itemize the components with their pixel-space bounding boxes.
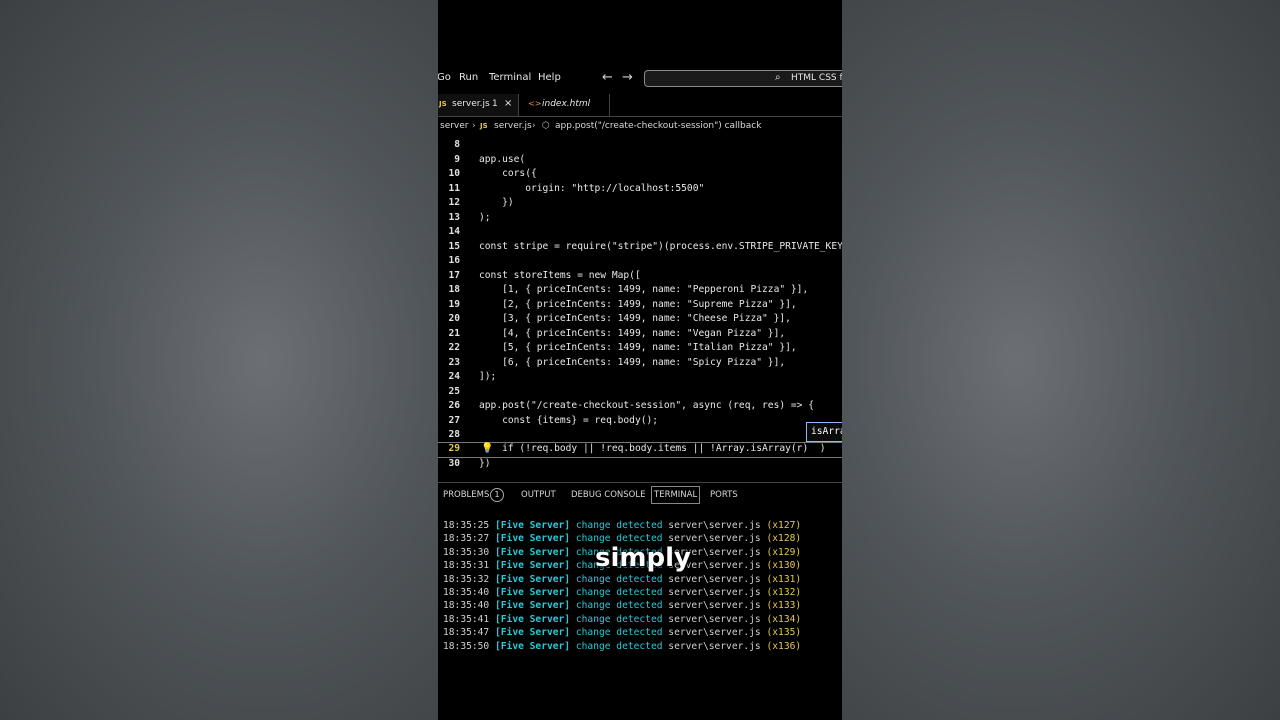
code-line: 28	[448, 429, 460, 440]
problem-count-badge: 1	[492, 99, 498, 109]
breadcrumb-file[interactable]: server.js	[494, 121, 532, 131]
javascript-file-icon: JS	[439, 100, 447, 108]
blurred-background-left	[0, 0, 438, 720]
code-editor[interactable]: 8 9 app.use( 10 cors({ 11 origin: "http:/…	[438, 134, 842, 474]
breadcrumb: server › JS server.js › ⬡ app.post("/cre…	[440, 121, 762, 131]
video-caption: simply	[595, 543, 691, 573]
back-arrow-icon[interactable]: ←	[602, 70, 613, 85]
terminal-line: 18:35:47 [Five Server] change detected s…	[443, 627, 802, 639]
terminal-line: 18:35:41 [Five Server] change detected s…	[443, 613, 802, 625]
forward-arrow-icon[interactable]: →	[622, 70, 633, 85]
code-line: 10 cors({	[448, 168, 537, 179]
tab-debug-console[interactable]: DEBUG CONSOLE	[571, 490, 645, 500]
javascript-file-icon: JS	[480, 122, 488, 130]
terminal-line: 18:35:40 [Five Server] change detected s…	[443, 587, 802, 598]
menu-bar: Go Run Terminal Help ← → ⌕ HTML CSS fr	[438, 68, 842, 88]
tab-terminal[interactable]: TERMINAL	[651, 486, 701, 504]
video-frame: Go Run Terminal Help ← → ⌕ HTML CSS fr J…	[438, 0, 842, 720]
code-line: 9 app.use(	[454, 154, 526, 165]
tab-output[interactable]: OUTPUT	[521, 490, 556, 500]
blurred-background-right	[842, 0, 1280, 720]
breadcrumb-folder[interactable]: server	[440, 121, 469, 131]
search-text: HTML CSS fr	[791, 73, 842, 83]
code-line: 19 [2, { priceInCents: 1499, name: "Supr…	[448, 299, 797, 310]
code-line: 20 [3, { priceInCents: 1499, name: "Chee…	[448, 313, 791, 324]
html-file-icon: <>	[528, 99, 542, 108]
code-line: 11 origin: "http://localhost:5500"	[448, 183, 705, 194]
editor-tabs: JS server.js 1 × <> index.html	[438, 94, 842, 117]
autocomplete-suggestion[interactable]: isArra	[806, 422, 842, 442]
code-line: 16	[448, 255, 460, 266]
tab-index-html[interactable]: <> index.html	[519, 94, 610, 116]
menu-go[interactable]: Go	[438, 72, 451, 83]
terminal-line: 18:35:50 [Five Server] change detected s…	[443, 640, 802, 652]
code-line: 8	[454, 139, 460, 150]
menu-help[interactable]: Help	[538, 72, 561, 83]
search-icon: ⌕	[775, 72, 781, 83]
terminal-line: 18:35:25 [Five Server] change detected s…	[443, 520, 802, 531]
code-line: 17 const storeItems = new Map([	[448, 270, 641, 281]
panel-tab-bar: PROBLEMS 1 OUTPUT DEBUG CONSOLE TERMINAL…	[438, 482, 842, 507]
tab-label: server.js	[452, 99, 490, 109]
menu-run[interactable]: Run	[459, 72, 478, 83]
terminal-line: 18:35:32 [Five Server] change detected s…	[443, 573, 802, 585]
code-line: 26 app.post("/create-checkout-session", a…	[448, 400, 815, 411]
tab-label: index.html	[542, 99, 591, 109]
code-line: 30})	[448, 458, 491, 469]
terminal-line: 18:35:40 [Five Server] change detected s…	[443, 600, 802, 612]
code-line: 14	[448, 226, 460, 237]
tab-ports[interactable]: PORTS	[710, 490, 738, 500]
code-line: 25	[448, 386, 460, 397]
command-center-search[interactable]: ⌕ HTML CSS fr	[644, 70, 842, 87]
tab-problems[interactable]: PROBLEMS	[443, 490, 489, 500]
code-line: 15 const stripe = require("stripe")(proce…	[448, 241, 842, 252]
code-line-current[interactable]: 29 💡 if (!req.body || !req.body.items || …	[438, 442, 842, 458]
code-line: 12 })	[448, 197, 514, 208]
code-line: 18 [1, { priceInCents: 1499, name: "Pepp…	[448, 284, 809, 295]
breadcrumb-symbol[interactable]: app.post("/create-checkout-session") cal…	[555, 121, 761, 131]
problems-count-badge: 1	[490, 488, 504, 502]
code-line: 23 [6, { priceInCents: 1499, name: "Spic…	[448, 357, 786, 368]
code-line: 27 const {items} = req.body();	[448, 415, 659, 426]
close-icon[interactable]: ×	[504, 98, 512, 109]
code-line: 13);	[448, 212, 491, 223]
code-line: 21 [4, { priceInCents: 1499, name: "Vega…	[448, 328, 786, 339]
menu-terminal[interactable]: Terminal	[489, 72, 531, 83]
tab-server-js[interactable]: JS server.js 1 ×	[438, 94, 519, 116]
cube-icon: ⬡	[542, 121, 550, 131]
code-line: 24]);	[448, 371, 497, 382]
code-line: 22 [5, { priceInCents: 1499, name: "Ital…	[448, 342, 797, 353]
